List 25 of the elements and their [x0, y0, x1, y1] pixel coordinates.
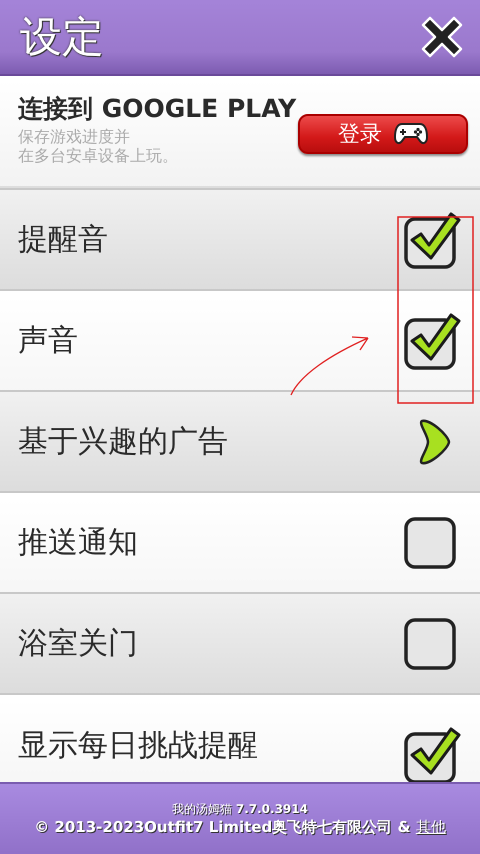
setting-label: 提醒音	[18, 221, 108, 260]
screen-title: 设定	[20, 11, 104, 63]
checkbox[interactable]	[404, 310, 462, 371]
settings-row[interactable]: 推送通知	[0, 491, 480, 592]
copyright-text: © 2013-2023Outfit7 Limited奥飞特七有限公司 &	[34, 818, 412, 836]
section-title: 连接到 GOOGLE PLAY	[18, 92, 296, 125]
setting-label: 浴室关门	[18, 625, 138, 664]
setting-label: 显示每日挑战提醒	[18, 727, 258, 766]
setting-label: 基于兴趣的广告	[18, 423, 228, 462]
gamepad-icon	[394, 122, 428, 146]
setting-label: 推送通知	[18, 524, 138, 562]
settings-row[interactable]: 声音	[0, 289, 480, 390]
setting-label: 声音	[18, 322, 78, 360]
checkbox[interactable]	[404, 210, 462, 270]
settings-row[interactable]: 浴室关门	[0, 592, 480, 694]
chevron-icon	[418, 416, 452, 467]
settings-row[interactable]: 显示每日挑战提醒	[0, 693, 480, 782]
settings-row[interactable]: 提醒音	[0, 188, 480, 290]
checkbox[interactable]	[404, 725, 462, 782]
version-text: 我的汤姆猫 7.7.0.3914	[172, 801, 308, 818]
description-line: 在多台安卓设备上玩。	[18, 146, 179, 165]
close-button[interactable]	[420, 15, 464, 59]
settings-row[interactable]: 基于兴趣的广告	[0, 390, 480, 492]
description-line: 保存游戏进度并	[18, 126, 131, 146]
login-button[interactable]: 登录	[298, 114, 468, 154]
